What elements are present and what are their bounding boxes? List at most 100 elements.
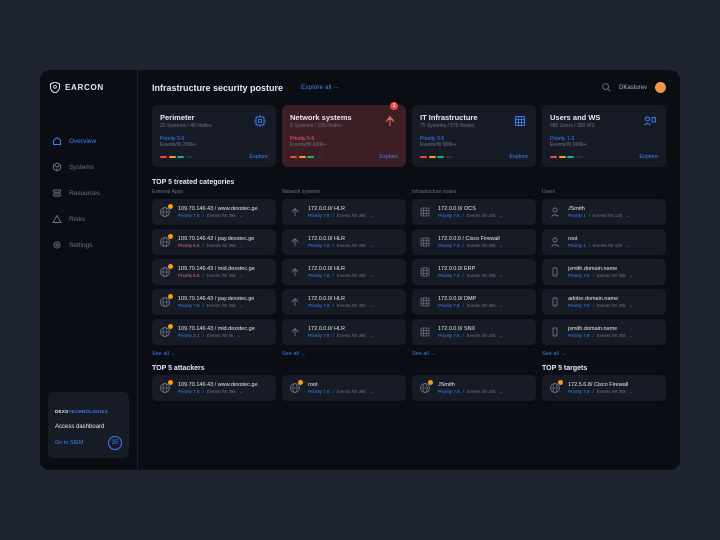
item-events: Events /W 35k	[467, 213, 496, 218]
list-item[interactable]: adobe.domain.name Priority 7.8 / Events …	[542, 289, 666, 315]
ws-icon	[548, 295, 562, 309]
attackers-col: JSmith Priority 7.8 / Events /W 35k →	[412, 375, 536, 401]
item-events: Events /W 35k	[467, 333, 496, 338]
list-item[interactable]: 172.0.0.0/ HLR Priority 7.8 / Events /W …	[282, 289, 406, 315]
list-item[interactable]: jsmith.domain.name Priority 7.8 / Events…	[542, 259, 666, 285]
list-item[interactable]: 172.0.0.0/ HLR Priority 7.8 / Events /W …	[282, 229, 406, 255]
item-title: 172.0.0.0/ ERP	[438, 266, 530, 272]
explore-link[interactable]: Explore	[249, 154, 268, 160]
list-item[interactable]: jsmith.domain.name Priority 7.8 / Events…	[542, 319, 666, 345]
page-title: Infrastructure security posture	[152, 83, 283, 93]
dashboard-title: Access dashboard	[55, 424, 122, 430]
list-item[interactable]: 109.70.146.43 / pay.dexstec.ge Priority …	[152, 229, 276, 255]
list-item[interactable]: 172.5.6.8/ Cisco Firewall Priority 7.8 /…	[542, 375, 666, 401]
item-title: root	[308, 382, 400, 388]
status-bars	[420, 156, 453, 158]
item-events: Events /W 35k	[467, 273, 496, 278]
item-priority: Priority 1	[568, 243, 586, 248]
card-subtitle: 680 Users / 350 WS	[550, 123, 600, 129]
alert-dot	[168, 234, 173, 239]
sidebar: EARCON Overview Systems Resources Risks Sett…	[40, 70, 138, 470]
avatar[interactable]	[655, 82, 666, 93]
list-item[interactable]: 109.70.146.43 / mid.dexstec.ge Priority …	[152, 259, 276, 285]
item-title: 172.0.0.0/ HLR	[308, 236, 400, 242]
column-list: 172.0.0.0/ OCS Priority 7.8 / Events /W …	[412, 199, 536, 345]
explore-link[interactable]: Explore	[379, 154, 398, 160]
list-item[interactable]: 172.0.0.0/ OCS Priority 7.8 / Events /W …	[412, 199, 536, 225]
nav-item-overview[interactable]: Overview	[48, 132, 129, 150]
nav-item-risks[interactable]: Risks	[48, 210, 129, 228]
nav-item-resources[interactable]: Resources	[48, 184, 129, 202]
see-all-link[interactable]: See all →	[282, 351, 406, 357]
item-priority: Priority 7.8	[308, 303, 330, 308]
user-icon	[548, 205, 562, 219]
card-events: Events/W 900k+	[420, 142, 528, 148]
dashboard-tag-a: DEXS	[55, 409, 68, 414]
item-priority: Priority 7.8	[308, 273, 330, 278]
list-item[interactable]: 109.70.146.43 / www.dexstec.ge Priority …	[152, 199, 276, 225]
globe-icon	[158, 235, 172, 249]
item-title: 172.0.0.0/ SNX	[438, 326, 530, 332]
brand-text: EARCON	[65, 83, 104, 92]
grid-icon	[418, 295, 432, 309]
card-icon	[252, 113, 268, 129]
explore-link[interactable]: Explore	[639, 154, 658, 160]
list-item[interactable]: 109.70.146.43 / www.dexstec.ge Priority …	[152, 375, 276, 401]
item-title: 109.70.146.43 / www.dexstec.ge	[178, 206, 270, 212]
nav-item-systems[interactable]: Systems	[48, 158, 129, 176]
card-events: Events/W 900k+	[550, 142, 658, 148]
list-item[interactable]: 172.0.0.0/ HLR Priority 7.8 / Events /W …	[282, 259, 406, 285]
item-events: Events /W 35k	[597, 333, 626, 338]
posture-card[interactable]: 1 Network systems 9 Systems / 100 Nodes …	[282, 105, 406, 167]
list-item[interactable]: 172.0.0.0/ HLR Priority 7.8 / Events /W …	[282, 199, 406, 225]
attackers-title: TOP 5 attackers	[152, 365, 276, 372]
list-item[interactable]: 172.0.0.0/ ERP Priority 7.8 / Events /W …	[412, 259, 536, 285]
arrow-icon: →	[499, 243, 504, 248]
nav-label: Resources	[69, 190, 100, 197]
see-all-link[interactable]: See all →	[152, 351, 276, 357]
item-title: 172.0.0.0 / Cisco Firewall	[438, 236, 530, 242]
list-item[interactable]: JSmith Priority 7.8 / Events /W 35k →	[412, 375, 536, 401]
posture-card[interactable]: IT Infrastructure 75 Systems / 575 Nodes…	[412, 105, 536, 167]
gear-icon	[52, 240, 62, 250]
item-meta: Priority 5.5 / Events /W 35k →	[178, 243, 270, 248]
arrow-icon: →	[499, 213, 504, 218]
list-item[interactable]: root Priority 7.8 / Events /W 35k →	[282, 375, 406, 401]
explore-all-link[interactable]: Explore all →	[301, 84, 340, 91]
go-to-siem-link[interactable]: Go to SIEM	[55, 440, 83, 446]
item-priority: Priority 7.8	[178, 389, 200, 394]
item-priority: Priority 7.8	[568, 333, 590, 338]
posture-card[interactable]: Perimeter 20 Systems / 40 Nodes Priority…	[152, 105, 276, 167]
item-meta: Priority 7.8 / Events /W 35k →	[438, 303, 530, 308]
item-meta: Priority 7.8 / Events /W 35k →	[308, 243, 400, 248]
list-item[interactable]: root Priority 1 / Events /W 100 →	[542, 229, 666, 255]
list-item[interactable]: 172.0.0.0/ DMP Priority 7.8 / Events /W …	[412, 289, 536, 315]
list-item[interactable]: 109.70.146.43 / pay.dexstec.ge Priority …	[152, 289, 276, 315]
search-icon[interactable]	[602, 83, 611, 92]
alert-dot	[168, 264, 173, 269]
status-bars	[290, 156, 323, 158]
list-item[interactable]: 172.0.0.0 / Cisco Firewall Priority 7.8 …	[412, 229, 536, 255]
posture-card[interactable]: Users and WS 680 Users / 350 WS Priority…	[542, 105, 666, 167]
alert-dot	[168, 294, 173, 299]
nav-item-settings[interactable]: Settings	[48, 236, 129, 254]
dashboard-count[interactable]: 35	[108, 436, 122, 450]
list-item[interactable]: 172.0.0.0/ SNX Priority 7.8 / Events /W …	[412, 319, 536, 345]
see-all-link[interactable]: See all →	[542, 351, 666, 357]
card-icon	[382, 113, 398, 129]
item-meta: Priority 7.8 / Events /W 35k →	[438, 389, 530, 394]
header-right: DKasturev	[602, 82, 666, 93]
section1-title: TOP 5 treated categories	[152, 179, 666, 186]
item-priority: Priority 7.8	[438, 243, 460, 248]
list-item[interactable]: 109.70.146.43 / mid.dexstec.ge Priority …	[152, 319, 276, 345]
item-meta: Priority 7.8 / Events /W 35k →	[438, 213, 530, 218]
explore-link[interactable]: Explore	[509, 154, 528, 160]
user-icon	[548, 235, 562, 249]
list-item[interactable]: 172.0.0.0/ HLR Priority 7.8 / Events /W …	[282, 319, 406, 345]
card-subtitle: 9 Systems / 100 Nodes	[290, 123, 352, 129]
globe-icon	[158, 265, 172, 279]
arrow-icon: →	[499, 303, 504, 308]
list-item[interactable]: JSmith Priority 1 / Events /W 130 →	[542, 199, 666, 225]
see-all-link[interactable]: See all →	[412, 351, 536, 357]
arrow-icon: →	[499, 333, 504, 338]
